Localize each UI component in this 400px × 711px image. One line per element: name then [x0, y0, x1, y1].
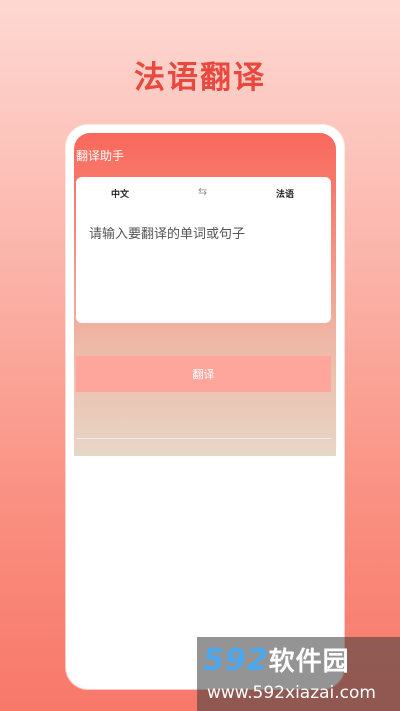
watermark-url: www.592xiazai.com: [207, 683, 376, 703]
target-language-selector[interactable]: 法语: [276, 187, 294, 200]
translate-input[interactable]: 请输入要翻译的单词或句子: [89, 223, 245, 242]
watermark-brand: 592软件园: [203, 641, 350, 678]
source-language-selector[interactable]: 中文: [111, 187, 129, 200]
swap-icon[interactable]: ⇆: [198, 185, 207, 198]
translate-button[interactable]: 翻译: [76, 356, 331, 392]
watermark-brand-number: 592: [203, 643, 269, 678]
translate-card: 中文 ⇆ 法语 请输入要翻译的单词或句子: [76, 177, 331, 323]
app-header: 翻译助手 中文 ⇆ 法语 请输入要翻译的单词或句子: [74, 133, 336, 456]
app-title: 翻译助手: [76, 149, 125, 163]
phone-frame: 翻译助手 中文 ⇆ 法语 请输入要翻译的单词或句子 翻译: [66, 125, 344, 689]
watermark-brand-text: 软件园: [268, 647, 350, 677]
divider: [76, 438, 331, 439]
page-headline: 法语翻译: [134, 60, 266, 96]
watermark-logo: 592软件园 www.592xiazai.com: [197, 637, 400, 711]
